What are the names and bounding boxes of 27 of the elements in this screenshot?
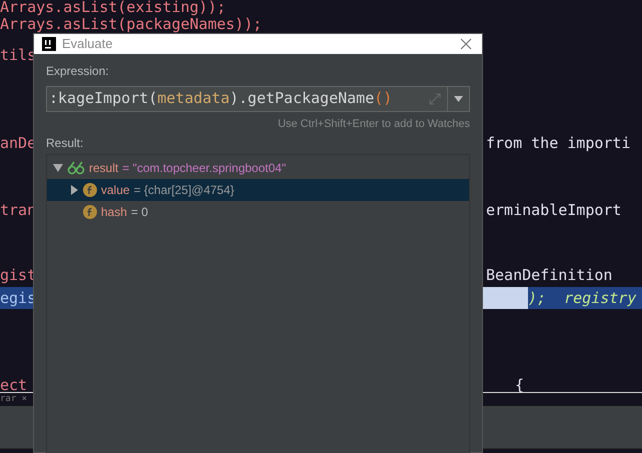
editor-tab[interactable]: rar ×	[0, 392, 28, 406]
app-icon	[42, 36, 56, 51]
field-icon	[83, 183, 97, 197]
expanded-arrow-icon[interactable]	[53, 163, 63, 173]
collapsed-arrow-icon[interactable]	[69, 185, 79, 195]
code-text: erminableImport	[486, 202, 622, 218]
hint-text: Use Ctrl+Shift+Enter to add to Watches	[278, 116, 470, 132]
tree-row[interactable]: result = "com.topcheer.springboot04"	[47, 157, 469, 179]
expression-field[interactable]: :kageImport(metadata).getPackageName()	[46, 86, 470, 112]
code-text: Arrays.asList(existing));	[0, 0, 226, 15]
code-text: BeanDefinition	[486, 268, 612, 282]
glasses-icon	[67, 161, 85, 175]
code-text: ); registry	[528, 290, 636, 306]
window-title: Evaluate	[62, 35, 113, 53]
tree-row[interactable]: value = {char[25]@4754}	[47, 179, 469, 201]
tree-row[interactable]: hash = 0	[47, 201, 469, 223]
code-text: ect	[0, 378, 28, 392]
code-text: gist	[0, 268, 36, 282]
code-text: Arrays.asList(packageNames));	[0, 16, 262, 32]
field-icon	[83, 205, 97, 219]
code-text: from the importi	[486, 136, 630, 150]
field-label: Result:	[46, 135, 84, 152]
field-label: Expression:	[46, 62, 110, 80]
text-selection	[483, 287, 528, 309]
close-icon[interactable]	[460, 38, 472, 50]
caret-icon	[454, 96, 463, 102]
code-text: {	[515, 378, 524, 392]
